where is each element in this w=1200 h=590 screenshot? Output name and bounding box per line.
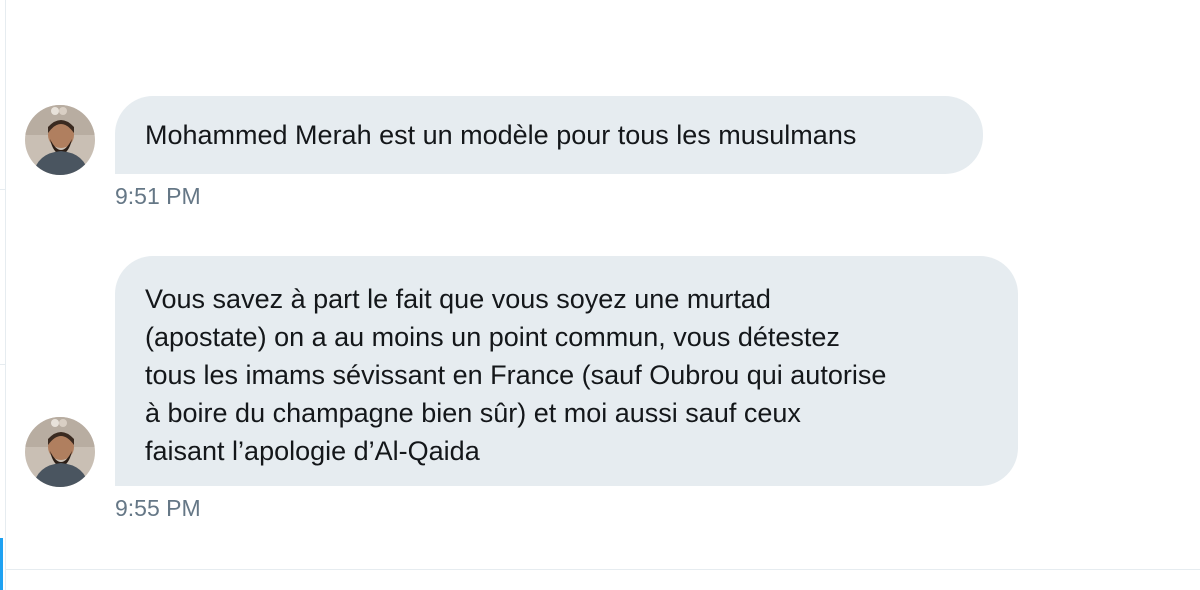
selected-indicator (0, 538, 3, 590)
sender-avatar[interactable] (25, 105, 95, 175)
left-panel-divider (5, 0, 6, 590)
avatar-photo-icon (25, 417, 95, 487)
dm-conversation-pane: Mohammed Merah est un modèle pour tous l… (0, 0, 1200, 590)
message-text-line: à boire du champagne bien sûr) et moi au… (145, 398, 801, 428)
left-panel-row-divider (0, 364, 5, 365)
message-timestamp: 9:51 PM (115, 183, 201, 209)
message-text-line: Vous savez à part le fait que vous soyez… (145, 284, 771, 314)
message-text-line: faisant l’apologie d’Al-Qaida (145, 436, 480, 466)
message-timestamp: 9:55 PM (115, 495, 201, 521)
sender-avatar[interactable] (25, 417, 95, 487)
message-text-line: (apostate) on a au moins un point commun… (145, 322, 840, 352)
left-panel-row-divider (0, 189, 5, 190)
message-bubble[interactable]: Mohammed Merah est un modèle pour tous l… (115, 96, 983, 174)
message-text-line: tous les imams sévissant en France (sauf… (145, 360, 887, 390)
message-text: Mohammed Merah est un modèle pour tous l… (145, 120, 857, 150)
message-bubble[interactable]: Vous savez à part le fait que vous soyez… (115, 256, 1018, 486)
avatar-photo-icon (25, 105, 95, 175)
composer-divider (6, 569, 1200, 570)
